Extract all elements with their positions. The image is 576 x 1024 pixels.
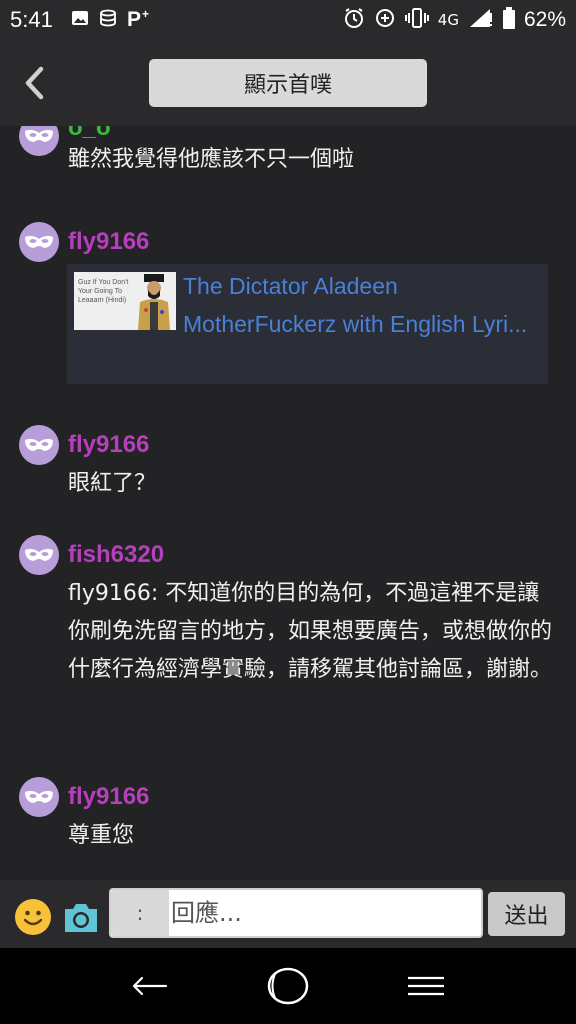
show-home-button[interactable]: 顯示首噗 (149, 59, 427, 107)
network-type: 4G (437, 11, 459, 29)
system-navigation-bar (0, 948, 576, 1024)
reply-input-container: : (109, 888, 483, 938)
header: 顯示首噗 (0, 40, 576, 126)
smile-icon (16, 900, 50, 934)
username[interactable]: fish6320 (68, 541, 164, 569)
chevron-left-icon (25, 66, 44, 100)
message-text: 眼紅了？ (68, 471, 157, 496)
link-title[interactable]: The Dictator Aladeen MotherFuckerz with … (183, 267, 533, 343)
home-circle-icon (267, 967, 309, 1005)
link-preview-card[interactable]: Guz If You Don't Your Going To Leaaarn (… (67, 264, 548, 384)
svg-text:+: + (142, 7, 149, 21)
mask-icon (25, 129, 53, 142)
username[interactable]: fly9166 (68, 783, 149, 811)
avatar[interactable] (19, 777, 59, 817)
back-button[interactable] (14, 58, 54, 108)
reply-bar: : 送出 (0, 880, 576, 948)
camera-button[interactable] (62, 902, 100, 934)
username[interactable]: fly9166 (68, 431, 149, 459)
thumbnail-caption: Guz If You Don't Your Going To Leaaarn (… (78, 279, 129, 304)
image-icon (71, 9, 89, 32)
nav-menu-button[interactable] (396, 964, 456, 1008)
signal-icon (468, 7, 494, 33)
svg-text:P: P (127, 8, 141, 29)
emoticon-button[interactable] (15, 899, 51, 935)
person-figure-icon (138, 274, 170, 330)
nav-back-button[interactable] (120, 964, 180, 1008)
qualifier-selector[interactable]: : (111, 890, 169, 936)
username[interactable]: fly9166 (68, 228, 149, 256)
battery-percent: 62% (523, 8, 566, 31)
avatar[interactable] (19, 222, 59, 262)
parking-icon: P + (127, 7, 153, 34)
mask-icon (25, 438, 53, 451)
video-thumbnail[interactable]: Guz If You Don't Your Going To Leaaarn (… (74, 272, 176, 330)
menu-icon (408, 976, 444, 996)
send-button[interactable]: 送出 (488, 892, 565, 936)
alarm-icon (343, 7, 365, 33)
reply-input[interactable] (171, 892, 471, 934)
message-text: fly9166: 不知道你的目的為何，不過這裡不是讓你刷免洗留言的地方，如果想要… (68, 581, 553, 682)
mask-icon (25, 790, 53, 803)
data-saver-icon (374, 7, 396, 33)
battery-icon (502, 7, 515, 33)
mask-icon (25, 235, 53, 248)
vibrate-icon (404, 7, 429, 33)
avatar[interactable] (19, 425, 59, 465)
message-text: 雖然我覺得他應該不只一個啦 (68, 147, 355, 172)
nav-home-button[interactable] (258, 964, 318, 1008)
camera-icon (65, 904, 97, 932)
mask-icon (25, 548, 53, 561)
response-feed[interactable]: ö_ö 雖然我覺得他應該不只一個啦 fly9166 Guz If You Don… (0, 126, 576, 880)
database-icon (99, 9, 117, 32)
avatar[interactable] (19, 126, 59, 156)
status-time: 5:41 (10, 7, 53, 32)
avatar[interactable] (19, 535, 59, 575)
username[interactable]: ö_ö (68, 126, 111, 142)
status-bar: 5:41 P + 4G 62% (0, 0, 576, 40)
message-text: 尊重您 (68, 823, 135, 848)
back-arrow-icon (132, 976, 168, 996)
